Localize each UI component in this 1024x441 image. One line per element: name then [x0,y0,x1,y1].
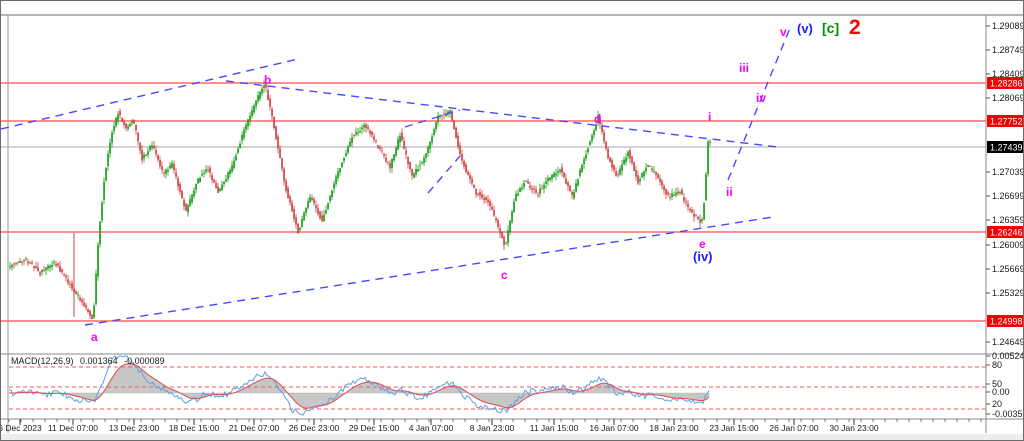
macd-main-value: 0.001364 [80,356,118,366]
chart-window: ▼ GBPUSD(€),H1 abcde(iv)iiiiiiivv(v)[c]2… [0,0,1024,441]
time-tick-label: 18 Jan 23:00 [649,423,698,433]
wave-label-v: v [780,25,787,39]
time-tick-label: 13 Dec 23:00 [109,423,160,433]
wave-label-iii: iii [739,61,749,75]
price-tick-label: 1.28069 [992,93,1023,103]
time-tick-label: 4 Jan 07:00 [409,423,454,433]
price-tick-label: 1.26009 [992,240,1023,250]
macd-axis-label: 0.00 [992,387,1010,397]
price-alert-value: 1.27752 [990,117,1023,127]
price-tick-label: 1.24649 [992,337,1023,347]
wave-label-i: i [708,110,711,124]
price-alert-value: 1.26246 [990,228,1023,238]
wave-label-ii: ii [726,185,733,199]
time-tick-label: 23 Jan 15:00 [709,423,758,433]
time-tick-label: 11 Jan 15:00 [530,423,579,433]
price-chart-canvas[interactable]: abcde(iv)iiiiiiivv(v)[c]21.290891.287491… [1,1,1023,440]
price-alert-value: 1.24998 [990,317,1023,327]
macd-signal-value: -0.000089 [124,356,165,366]
wave-label-iv: iv [756,91,766,105]
wave-label-c: c [501,268,508,282]
price-tick-label: 1.25329 [992,288,1023,298]
wave-label-2: 2 [849,16,861,39]
wave-label-iv: (iv) [693,249,713,264]
wave-label-d: d [594,112,601,126]
time-tick-label: 8 Jan 23:00 [470,423,515,433]
time-tick-label: 26 Dec 23:00 [289,423,340,433]
time-tick-label: 11 Dec 07:00 [48,423,98,433]
price-tick-label: 1.26359 [992,215,1023,225]
wave-label-b: b [264,73,271,87]
macd-axis-label: 20 [992,399,1002,409]
price-tick-label: 1.29089 [992,21,1023,31]
price-alert-value: 1.28286 [990,79,1023,89]
time-tick-label: 21 Dec 07:00 [229,423,280,433]
time-tick-label: 29 Dec 15:00 [349,423,400,433]
window-bottom-strip [1,434,1023,440]
price-tick-label: 1.27039 [992,167,1023,177]
macd-axis-label: 80 [992,360,1002,370]
price-tick-label: 1.26699 [992,191,1023,201]
wave-label-v: (v) [797,21,813,36]
macd-name: MACD(12,26,9) [11,356,74,366]
price-tick-label: 1.28749 [992,45,1023,55]
time-tick-label: 16 Jan 07:00 [589,423,638,433]
macd-axis-label: -0.003505 [992,409,1023,419]
time-tick-label: 6 Dec 2023 [1,423,42,433]
price-tick-label: 1.25669 [992,264,1023,274]
time-tick-label: 18 Dec 15:00 [169,423,220,433]
time-tick-label: 30 Jan 23:00 [829,423,878,433]
wave-label-c: [c] [822,20,839,36]
time-tick-label: 26 Jan 07:00 [769,423,818,433]
wave-label-a: a [91,330,98,344]
price-alert-value: 1.27439 [990,143,1023,153]
macd-indicator-label: MACD(12,26,9) 0.001364 -0.000089 [11,356,169,366]
